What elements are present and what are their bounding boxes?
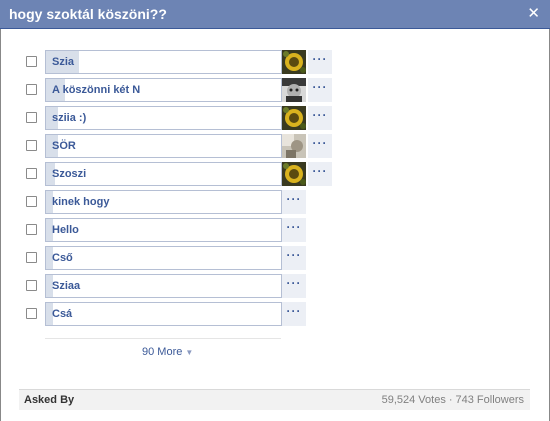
option-checkbox[interactable] xyxy=(26,112,37,123)
voter-avatar[interactable] xyxy=(282,162,306,186)
option-label: Hello xyxy=(52,224,79,236)
option-label: Csá xyxy=(52,308,73,320)
more-voters-button[interactable]: ··· xyxy=(308,162,332,186)
more-voters-button[interactable]: ··· xyxy=(308,106,332,130)
option-vote-bar[interactable]: SÖR xyxy=(45,134,282,158)
option-label: SÖR xyxy=(52,140,76,152)
more-voters-button[interactable]: ··· xyxy=(282,218,306,242)
option-checkbox[interactable] xyxy=(26,308,37,319)
option-label: Cső xyxy=(52,252,73,264)
option-label: Szoszi xyxy=(52,168,87,180)
caret-down-icon: ▼ xyxy=(185,348,194,357)
option-checkbox[interactable] xyxy=(26,196,37,207)
dialog-title: hogy szoktál köszöni?? xyxy=(9,6,167,22)
option-checkbox[interactable] xyxy=(26,140,37,151)
question-dialog: hogy szoktál köszöni?? ✕ Szia ··· A köszön… xyxy=(0,0,550,421)
poll-option: A köszönni két N ··· xyxy=(24,78,344,102)
option-label: sziia :) xyxy=(52,112,87,124)
more-options-label: 90 More xyxy=(142,346,183,358)
question-footer: Asked By 59,524 Votes · 743 Followers xyxy=(19,389,530,410)
more-voters-button[interactable]: ··· xyxy=(282,274,306,298)
more-voters-button[interactable]: ··· xyxy=(308,50,332,74)
poll-option: Csá ··· xyxy=(24,302,344,326)
votes-count[interactable]: 59,524 Votes xyxy=(382,394,446,406)
option-vote-bar[interactable]: Hello xyxy=(45,218,282,242)
voter-avatar[interactable] xyxy=(282,106,306,130)
more-voters-button[interactable]: ··· xyxy=(308,134,332,158)
more-voters-button[interactable]: ··· xyxy=(308,78,332,102)
option-vote-bar[interactable]: sziia :) xyxy=(45,106,282,130)
option-vote-bar[interactable]: Szoszi xyxy=(45,162,282,186)
option-label: Sziaa xyxy=(52,280,81,292)
option-vote-bar[interactable]: Csá xyxy=(45,302,282,326)
option-checkbox[interactable] xyxy=(26,84,37,95)
option-vote-bar[interactable]: kinek hogy xyxy=(45,190,282,214)
more-voters-button[interactable]: ··· xyxy=(282,246,306,270)
dialog-titlebar: hogy szoktál köszöni?? ✕ xyxy=(0,0,550,29)
poll-option: Szoszi ··· xyxy=(24,162,344,186)
option-checkbox[interactable] xyxy=(26,280,37,291)
poll-option: SÖR ··· xyxy=(24,134,344,158)
more-options-link[interactable]: 90 More ▼ xyxy=(142,346,193,358)
asked-by-label: Asked By xyxy=(24,394,75,406)
option-label: A köszönni két N xyxy=(52,84,141,96)
option-label: kinek hogy xyxy=(52,196,110,208)
option-vote-bar[interactable]: A köszönni két N xyxy=(45,78,282,102)
poll-option: sziia :) ··· xyxy=(24,106,344,130)
voter-avatar[interactable] xyxy=(282,50,306,74)
poll-option: Cső ··· xyxy=(24,246,344,270)
option-checkbox[interactable] xyxy=(26,224,37,235)
stats-separator: · xyxy=(448,394,453,406)
close-icon[interactable]: ✕ xyxy=(527,5,540,22)
option-vote-bar[interactable]: Szia xyxy=(45,50,282,74)
poll-option: Hello ··· xyxy=(24,218,344,242)
dialog-border-left xyxy=(0,29,1,421)
more-voters-button[interactable]: ··· xyxy=(282,302,306,326)
option-checkbox[interactable] xyxy=(26,56,37,67)
option-checkbox[interactable] xyxy=(26,168,37,179)
more-voters-button[interactable]: ··· xyxy=(282,190,306,214)
poll-option: kinek hogy ··· xyxy=(24,190,344,214)
options-divider xyxy=(45,338,281,339)
voter-avatar[interactable] xyxy=(282,78,306,102)
option-label: Szia xyxy=(52,56,75,68)
option-vote-bar[interactable]: Sziaa xyxy=(45,274,282,298)
followers-count[interactable]: 743 Followers xyxy=(456,394,524,406)
question-stats: 59,524 Votes · 743 Followers xyxy=(382,394,524,406)
voter-avatar[interactable] xyxy=(282,134,306,158)
option-vote-bar[interactable]: Cső xyxy=(45,246,282,270)
option-checkbox[interactable] xyxy=(26,252,37,263)
poll-option: Sziaa ··· xyxy=(24,274,344,298)
poll-option: Szia ··· xyxy=(24,50,344,74)
